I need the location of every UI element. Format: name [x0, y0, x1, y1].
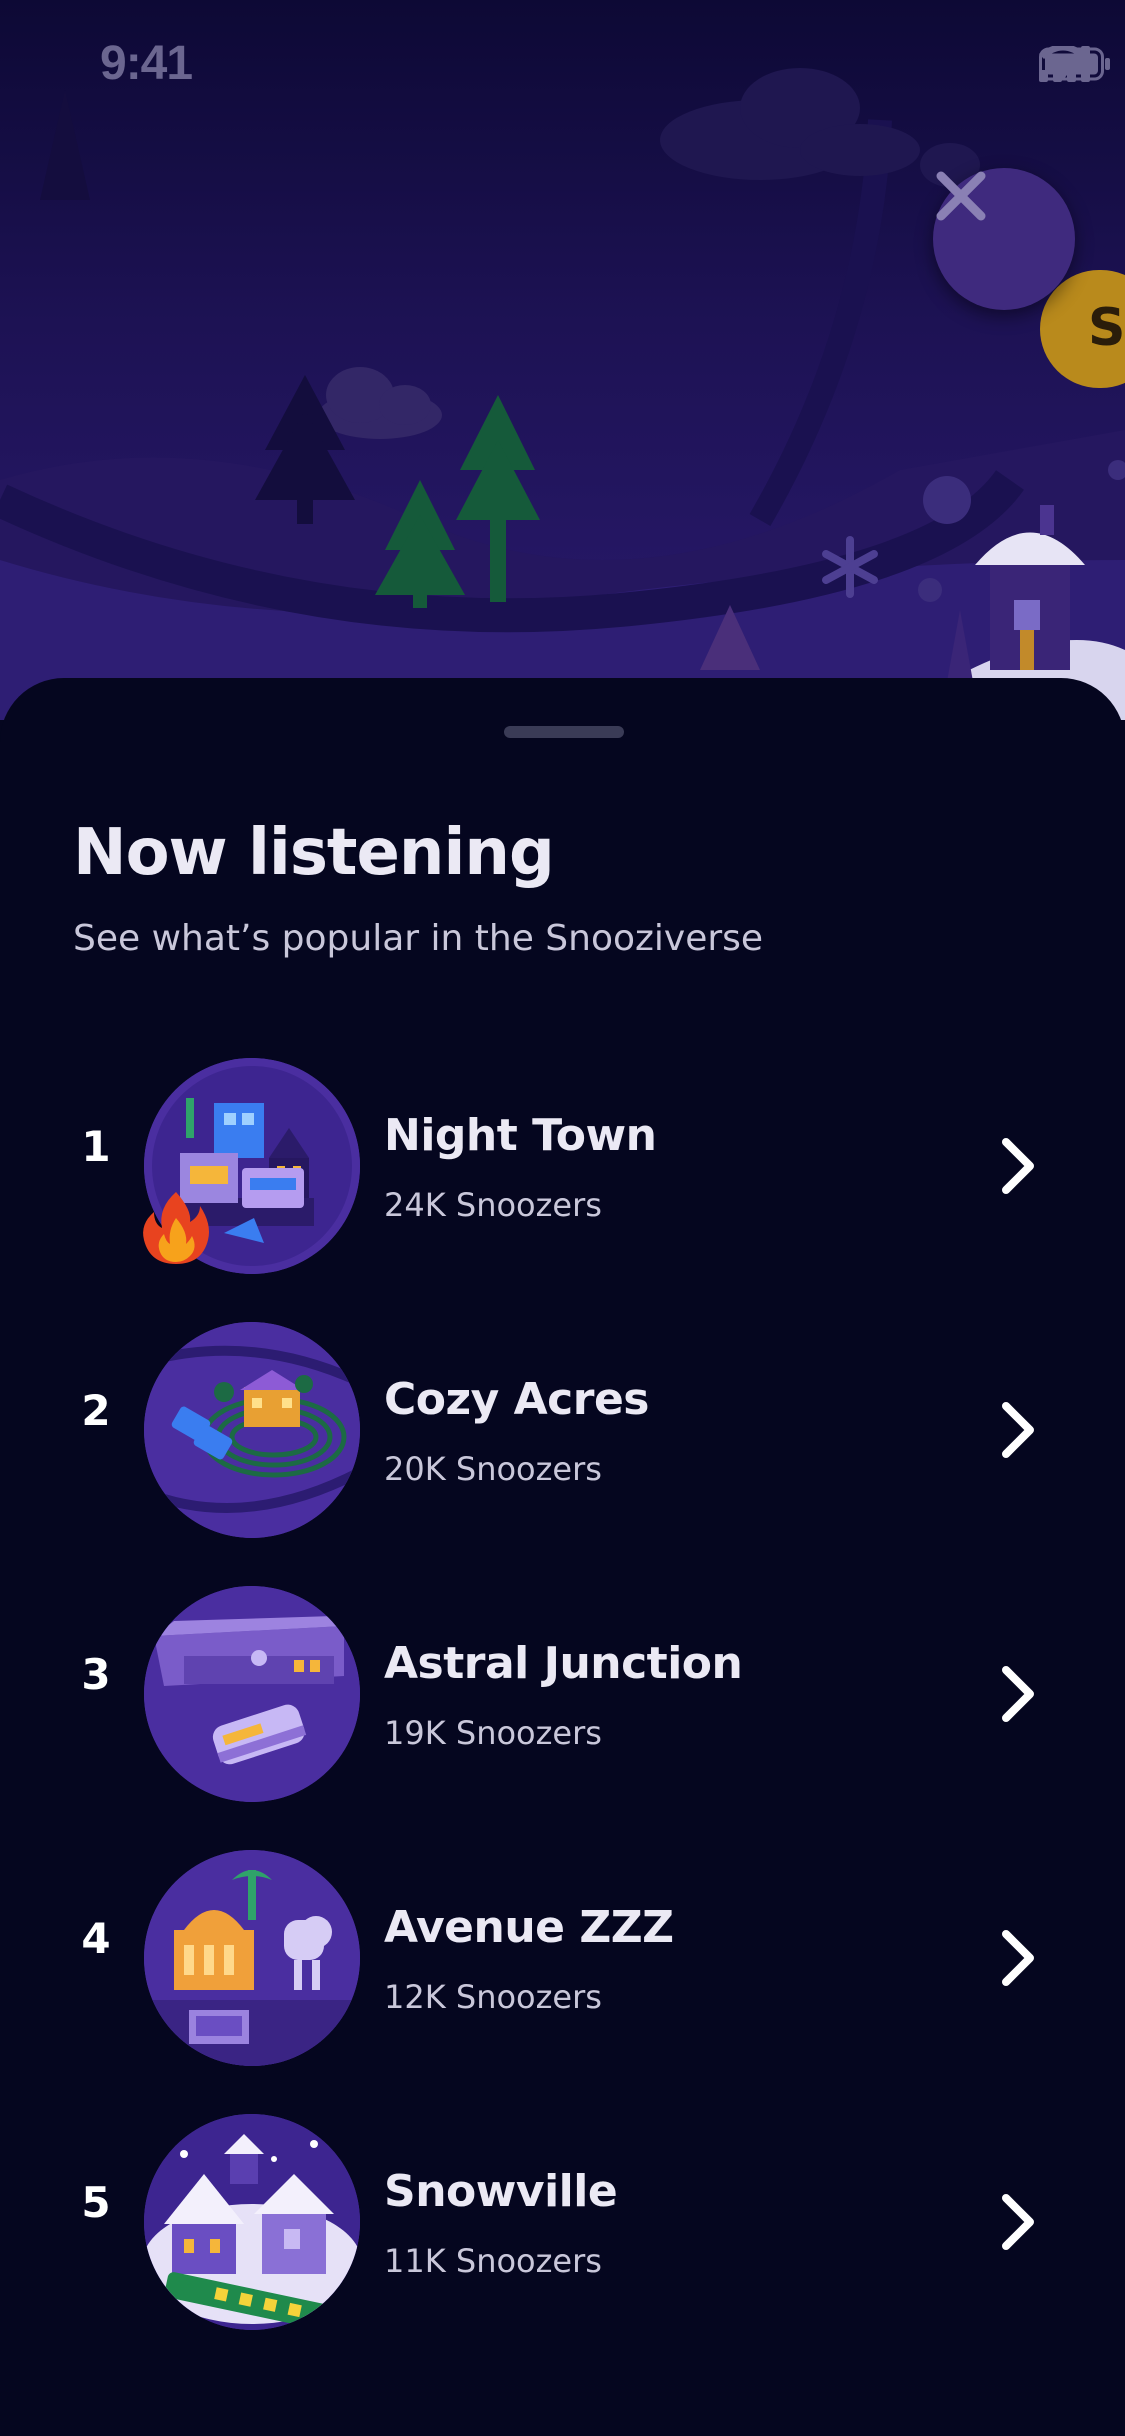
listener-count: 19K Snoozers [384, 1714, 602, 1752]
rank-number: 3 [81, 1650, 111, 1699]
listener-count: 24K Snoozers [384, 1186, 602, 1224]
list-item[interactable]: 5 Snowville 11K Snoozers [0, 2094, 1125, 2358]
map-background: 9:41 S [0, 0, 1125, 720]
snowville-thumbnail [144, 2114, 360, 2330]
status-bar: 9:41 [0, 0, 1125, 130]
partial-card-label: Sl [1088, 298, 1125, 358]
rank-number: 2 [81, 1386, 111, 1435]
popular-worlds-list: 1 Night Town 24K Snoozers 2 Cozy Acres 2… [0, 1038, 1125, 2358]
chevron-right-icon[interactable] [996, 1926, 1040, 1990]
listener-count: 12K Snoozers [384, 1978, 602, 2016]
chevron-right-icon[interactable] [996, 2190, 1040, 2254]
world-name: Avenue ZZZ [384, 1902, 674, 1953]
chevron-right-icon[interactable] [996, 1662, 1040, 1726]
world-name: Astral Junction [384, 1638, 743, 1689]
list-item[interactable]: 2 Cozy Acres 20K Snoozers [0, 1302, 1125, 1566]
page-subtitle: See what’s popular in the Snooziverse [73, 918, 764, 959]
avenue-zzz-thumbnail [144, 1850, 360, 2066]
chevron-right-icon[interactable] [996, 1398, 1040, 1462]
list-item[interactable]: 3 Astral Junction 19K Snoozers [0, 1566, 1125, 1830]
rank-number: 1 [81, 1122, 111, 1171]
listener-count: 11K Snoozers [384, 2242, 602, 2280]
world-name: Night Town [384, 1110, 657, 1161]
chevron-right-icon[interactable] [996, 1134, 1040, 1198]
rank-number: 4 [81, 1914, 111, 1963]
world-name: Cozy Acres [384, 1374, 650, 1425]
world-name: Snowville [384, 2166, 618, 2217]
astral-junction-thumbnail [144, 1586, 360, 1802]
rank-number: 5 [81, 2178, 111, 2227]
sheet-grabber[interactable] [504, 726, 624, 738]
list-item[interactable]: 4 Avenue ZZZ 12K Snoozers [0, 1830, 1125, 2094]
status-time: 9:41 [100, 37, 193, 90]
listener-count: 20K Snoozers [384, 1450, 602, 1488]
page-title: Now listening [73, 816, 555, 890]
fire-icon [140, 1188, 212, 1268]
close-button[interactable] [933, 168, 1075, 310]
list-item[interactable]: 1 Night Town 24K Snoozers [0, 1038, 1125, 1302]
now-listening-sheet: Now listening See what’s popular in the … [0, 678, 1125, 2436]
cozy-acres-thumbnail [144, 1322, 360, 1538]
